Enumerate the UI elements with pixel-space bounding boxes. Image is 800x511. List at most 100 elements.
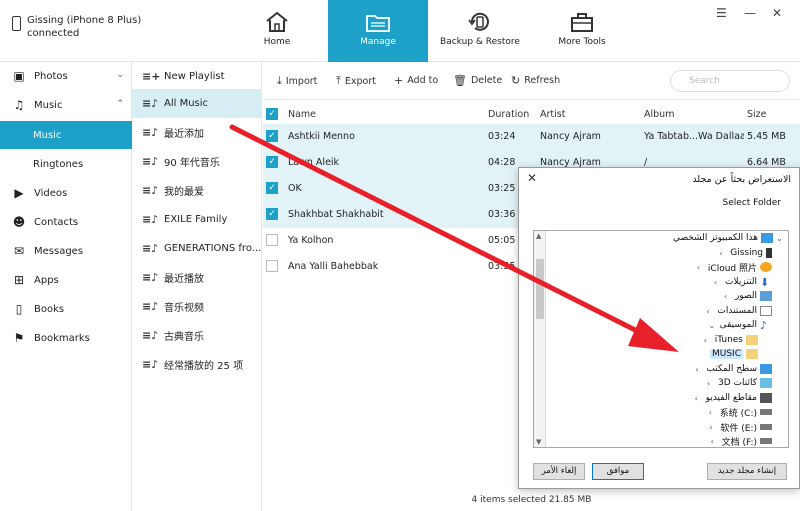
tree-node[interactable]: ‹ مقاطع الفيديو xyxy=(695,391,772,405)
scroll-up-icon[interactable]: ▲ xyxy=(536,232,541,240)
sidebar-item-books[interactable]: ▯ Books xyxy=(0,295,132,323)
playlist-item[interactable]: ≡♪ 最近播放 xyxy=(132,263,262,292)
chevron-left-icon[interactable]: ‹ xyxy=(695,365,703,374)
new-playlist-button[interactable]: ≡+ New Playlist xyxy=(132,62,262,91)
import-button[interactable]: ⤓ Import xyxy=(277,74,317,88)
row-checkbox[interactable] xyxy=(266,260,278,272)
delete-button[interactable]: 🗑 Delete xyxy=(453,74,502,87)
row-checkbox[interactable]: ✓ xyxy=(266,130,278,142)
cancel-button[interactable]: إلغاء الأمر xyxy=(533,463,585,480)
nav-tab-manage[interactable]: Manage xyxy=(328,0,428,62)
tree-node[interactable]: هذا الكمبيوتر الشخصي ⌄ xyxy=(673,231,784,245)
playlist-item[interactable]: ≡♪ 经常播放的 25 项 xyxy=(132,350,262,379)
tree-node-label: الموسيقى xyxy=(719,320,757,330)
sidebar-item-videos[interactable]: ▶ Videos xyxy=(0,179,132,207)
playlist-item[interactable]: ≡♪ EXILE Family xyxy=(132,205,262,234)
sidebar-subitem-ringtones[interactable]: Ringtones xyxy=(0,150,132,178)
column-header-size[interactable]: Size xyxy=(747,109,767,120)
ok-button[interactable]: موافق xyxy=(592,463,644,480)
new-folder-button[interactable]: إنشاء مجلد جديد xyxy=(707,463,787,480)
scroll-down-icon[interactable]: ▼ xyxy=(536,438,541,446)
playlist-item[interactable]: ≡♪ 最近添加 xyxy=(132,118,262,147)
row-checkbox[interactable]: ✓ xyxy=(266,156,278,168)
column-header-album[interactable]: Album xyxy=(644,109,674,120)
chevron-left-icon[interactable]: ‹ xyxy=(706,307,714,316)
export-label: Export xyxy=(344,75,376,87)
device-status: connected xyxy=(27,28,80,39)
playlist-icon: ≡♪ xyxy=(142,358,159,371)
playlist-item[interactable]: ≡♪ 古典音乐 xyxy=(132,321,262,350)
column-header-duration[interactable]: Duration xyxy=(488,109,529,120)
row-checkbox[interactable] xyxy=(266,234,278,246)
tree-node[interactable]: ‹ 文档 (F:) xyxy=(711,434,772,447)
tree-node[interactable]: ‹ 系统 (C:) xyxy=(709,405,772,419)
playlist-icon: ≡♪ xyxy=(142,155,159,168)
sidebar-subitem-music[interactable]: Music xyxy=(0,121,132,149)
chevron-left-icon[interactable]: ‹ xyxy=(709,408,717,417)
folder-tree[interactable]: ▲ ▼ هذا الكمبيوتر الشخصي ⌄ ‹ Gissing ‹ i… xyxy=(533,230,789,448)
sidebar-item-bookmarks[interactable]: ⚑ Bookmarks xyxy=(0,324,132,352)
add-to-button[interactable]: + Add to xyxy=(394,74,438,87)
export-button[interactable]: ⤒ Export xyxy=(336,74,376,88)
playlist-item[interactable]: ≡♪ 我的最爱 xyxy=(132,176,262,205)
chevron-left-icon[interactable]: ‹ xyxy=(711,437,719,446)
playlist-label: EXILE Family xyxy=(164,214,228,225)
sidebar-item-messages[interactable]: ✉ Messages xyxy=(0,237,132,265)
nav-tab-more-tools[interactable]: More Tools xyxy=(532,0,632,62)
chevron-left-icon[interactable]: ‹ xyxy=(719,249,727,258)
sidebar-item-contacts[interactable]: ☻ Contacts xyxy=(0,208,132,236)
tree-node[interactable]: ‹ المستندات xyxy=(706,304,772,318)
playlist-item[interactable]: ≡♪ 90 年代音乐 xyxy=(132,147,262,176)
tree-node[interactable]: ‹ 3D كائنات xyxy=(707,376,772,390)
chevron-left-icon[interactable]: ‹ xyxy=(709,423,717,432)
chevron-down-icon[interactable]: ⌄ xyxy=(116,70,124,80)
tree-node[interactable]: ‹ سطح المكتب xyxy=(695,362,772,376)
tree-scrollbar[interactable]: ▲ ▼ xyxy=(534,231,546,447)
playlist-item[interactable]: ≡♪ All Music xyxy=(132,89,262,118)
chevron-left-icon[interactable]: ‹ xyxy=(714,278,722,287)
device-info[interactable]: Gissing (iPhone 8 Plus) connected xyxy=(12,14,141,40)
playlist-icon: ≡♪ xyxy=(142,184,159,197)
sidebar-item-music[interactable]: ♫ Music ⌃ xyxy=(0,91,132,119)
tree-node[interactable]: ‹ Gissing xyxy=(719,246,772,260)
chevron-down-icon[interactable]: ⌄ xyxy=(776,234,784,243)
tree-node-label: iTunes xyxy=(714,335,743,345)
select-all-checkbox[interactable]: ✓ xyxy=(266,108,278,120)
playlist-item[interactable]: ≡♪ 音乐视频 xyxy=(132,292,262,321)
chevron-left-icon[interactable]: ‹ xyxy=(697,263,705,272)
nav-tab-home[interactable]: Home xyxy=(227,0,327,62)
chevron-left-icon[interactable]: ‹ xyxy=(695,394,703,403)
pictures-icon xyxy=(760,291,772,301)
chevron-up-icon[interactable]: ⌃ xyxy=(116,99,124,109)
tree-node-selected[interactable]: MUSIC xyxy=(709,347,758,361)
sidebar-item-apps[interactable]: ⊞ Apps xyxy=(0,266,132,294)
menu-icon[interactable]: ☰ xyxy=(716,6,727,20)
tree-node[interactable]: ⌄ الموسيقى ♪ xyxy=(709,318,772,332)
dialog-close-icon[interactable]: ✕ xyxy=(527,171,537,185)
chevron-left-icon[interactable]: ‹ xyxy=(704,336,712,345)
minimize-icon[interactable]: — xyxy=(744,6,756,20)
row-checkbox[interactable]: ✓ xyxy=(266,182,278,194)
column-header-name[interactable]: Name xyxy=(288,109,316,120)
table-row[interactable]: ✓ Ashtkii Menno 03:24 Nancy Ajram Ya Tab… xyxy=(263,124,800,150)
cell-album: Ya Tabtab...Wa Dallaa xyxy=(644,131,744,142)
column-header-artist[interactable]: Artist xyxy=(540,109,565,120)
playlist-item[interactable]: ≡♪ GENERATIONS fro... xyxy=(132,234,262,263)
refresh-button[interactable]: ↻ Refresh xyxy=(511,74,560,87)
nav-tab-backup-restore[interactable]: Backup & Restore xyxy=(430,0,530,62)
scroll-thumb[interactable] xyxy=(536,259,544,319)
chevron-down-icon[interactable]: ⌄ xyxy=(709,321,717,330)
tree-node[interactable]: ‹ 软件 (E:) xyxy=(709,420,772,434)
tree-node[interactable]: ‹ iCloud 照片 xyxy=(697,260,772,274)
search-input[interactable]: Search xyxy=(670,70,790,92)
tree-node[interactable]: ‹ iTunes xyxy=(704,333,758,347)
chevron-left-icon[interactable]: ‹ xyxy=(724,292,732,301)
close-icon[interactable]: ✕ xyxy=(772,6,782,20)
row-checkbox[interactable]: ✓ xyxy=(266,208,278,220)
music-icon: ♫ xyxy=(13,98,25,112)
tree-node[interactable]: ‹ التنزيلات ⬇ xyxy=(714,275,772,289)
chevron-left-icon[interactable]: ‹ xyxy=(707,379,715,388)
tree-node[interactable]: ‹ الصور xyxy=(724,289,772,303)
cell-duration: 05:05 xyxy=(488,235,516,246)
sidebar-item-photos[interactable]: ▣ Photos ⌄ xyxy=(0,62,132,90)
